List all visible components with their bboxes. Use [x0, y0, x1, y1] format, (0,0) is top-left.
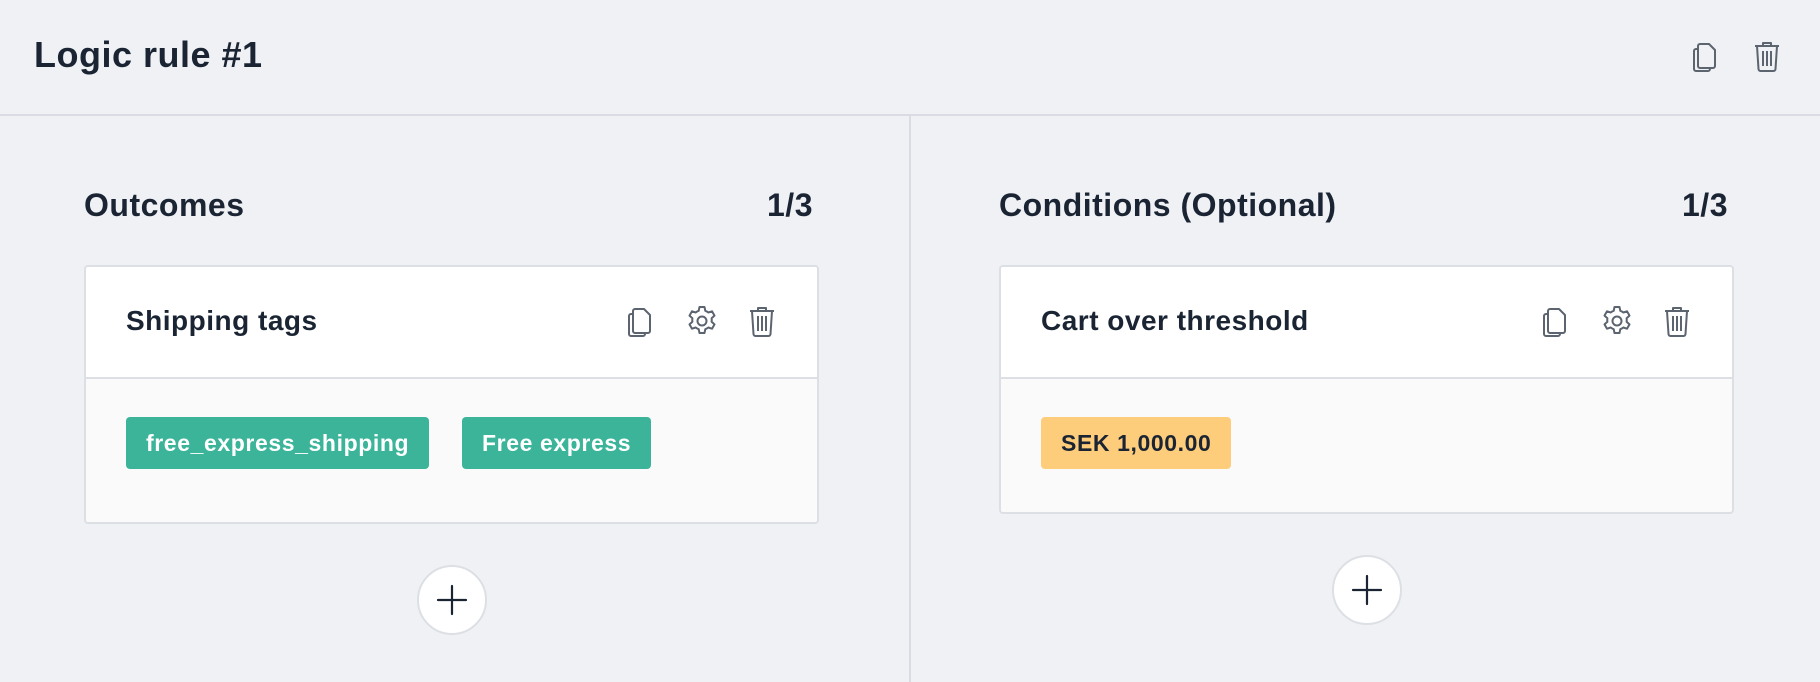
outcomes-heading: Outcomes	[84, 187, 245, 223]
plus-icon	[1351, 574, 1383, 606]
rule-title: Logic rule #1	[34, 34, 263, 75]
gear-icon[interactable]	[684, 303, 720, 339]
outcomes-count: 1/3	[767, 187, 813, 223]
add-condition-button[interactable]	[1332, 555, 1402, 625]
condition-card: Cart over threshold SEK 1,000.00	[999, 265, 1734, 514]
plus-icon	[436, 584, 468, 616]
conditions-heading: Conditions (Optional)	[999, 187, 1337, 223]
rule-header: Logic rule #1	[0, 0, 1820, 116]
trash-icon[interactable]	[1750, 38, 1784, 74]
outcome-card: Shipping tags free_express_shipping Free	[84, 265, 819, 524]
copy-icon[interactable]	[622, 303, 658, 339]
trash-icon[interactable]	[1659, 303, 1695, 339]
outcome-card-title: Shipping tags	[126, 305, 318, 336]
trash-icon[interactable]	[744, 303, 780, 339]
tag-chip: free_express_shipping	[126, 417, 430, 469]
condition-card-title: Cart over threshold	[1041, 305, 1309, 336]
conditions-count: 1/3	[1682, 187, 1728, 223]
copy-icon[interactable]	[1537, 303, 1573, 339]
tag-chip: Free express	[462, 417, 652, 469]
outcome-card-header: Shipping tags	[86, 267, 817, 379]
condition-card-header: Cart over threshold	[1001, 267, 1732, 379]
gear-icon[interactable]	[1599, 303, 1635, 339]
column-divider	[909, 116, 911, 682]
threshold-value-chip: SEK 1,000.00	[1041, 417, 1232, 469]
copy-icon[interactable]	[1688, 38, 1722, 74]
add-outcome-button[interactable]	[417, 565, 487, 635]
